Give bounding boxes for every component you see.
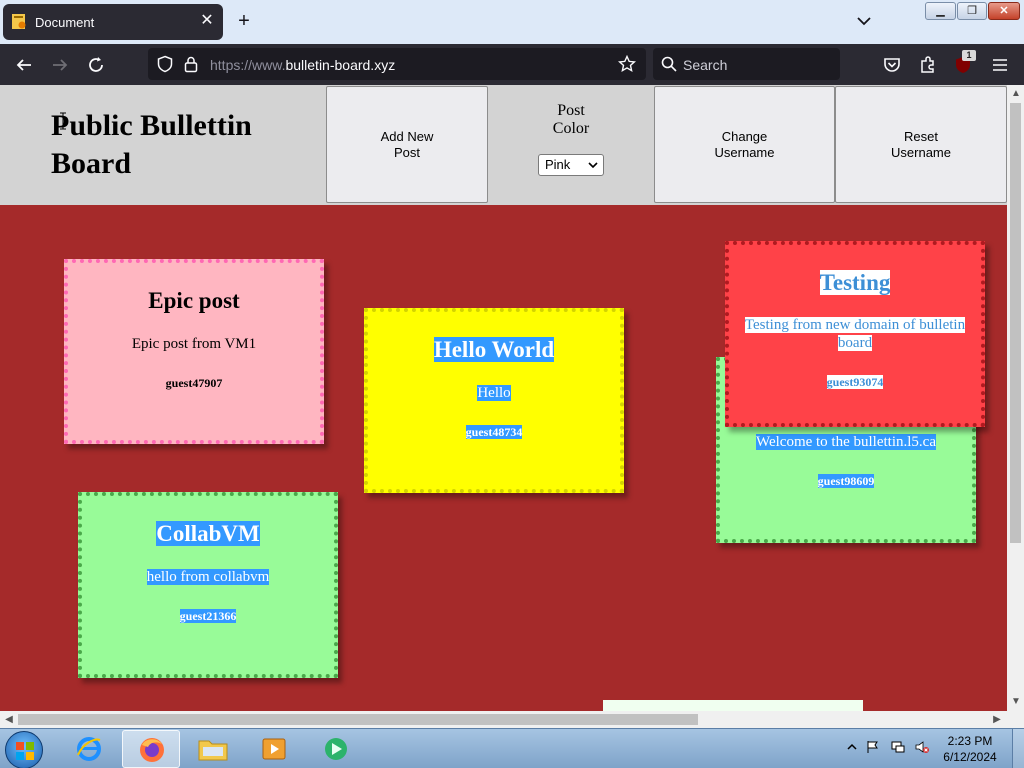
taskbar-clock[interactable]: 2:23 PM 6/12/2024 (935, 733, 1005, 765)
new-tab-button[interactable]: + (234, 10, 254, 32)
windows-logo-icon (16, 742, 34, 760)
url-prefix: https://www. (210, 57, 286, 73)
search-icon (661, 56, 677, 72)
page-title: Public Bullettin Board (51, 109, 252, 180)
vertical-scrollbar[interactable]: ▲ ▼ (1007, 85, 1024, 711)
clock-time: 2:23 PM (947, 734, 993, 748)
back-arrow-icon[interactable] (14, 55, 34, 75)
document-favicon-icon (12, 14, 26, 29)
post-card[interactable]: Epic post Epic post from VM1 guest47907 (64, 259, 324, 444)
hamburger-menu-icon[interactable] (990, 55, 1010, 75)
search-placeholder: Search (683, 57, 728, 73)
scroll-right-arrow-icon[interactable]: ▶ (990, 713, 1004, 727)
start-button[interactable] (5, 731, 43, 768)
navigation-bar: https://www.bulletin-board.xyz Search (0, 44, 1024, 85)
post-author: guest93074 (826, 375, 884, 389)
firefox-icon (140, 738, 164, 762)
post-body: Welcome to the bullettin.l5.ca (756, 434, 936, 450)
lock-icon[interactable] (183, 55, 199, 73)
show-hidden-icons-icon[interactable] (845, 740, 859, 754)
post-card[interactable]: CollabVM hello from collabvm guest21366 (78, 492, 338, 678)
folder-icon (198, 740, 228, 761)
vm-app-taskbar-button[interactable] (308, 730, 366, 768)
reset-username-label: Reset Username (891, 128, 951, 160)
firefox-taskbar-button[interactable] (122, 730, 180, 768)
post-card[interactable]: Testing Testing from new domain of bulle… (725, 241, 985, 427)
tab-document[interactable]: Document ✕ (3, 4, 223, 40)
change-username-label: Change Username (714, 128, 775, 160)
add-new-post-button[interactable]: Add New Post (326, 86, 488, 203)
chevron-down-icon (588, 162, 598, 169)
post-author: guest21366 (179, 609, 237, 623)
list-all-tabs-chevron-icon[interactable] (855, 12, 873, 30)
post-color-select[interactable]: Pink (538, 154, 604, 176)
clock-date: 6/12/2024 (943, 750, 997, 764)
close-window-button[interactable]: ✕ (988, 2, 1020, 20)
page-viewport: Public Bullettin Board Add New Post Post… (0, 85, 1007, 711)
change-username-button[interactable]: Change Username (654, 86, 835, 203)
pocket-icon[interactable] (882, 55, 902, 75)
post-author: guest48734 (465, 425, 523, 439)
forward-arrow-icon[interactable] (50, 55, 70, 75)
post-color-selected: Pink (545, 157, 571, 172)
extensions-puzzle-icon[interactable] (918, 55, 938, 75)
restore-window-button[interactable]: ❐ (957, 2, 987, 20)
page-header: Public Bullettin Board Add New Post Post… (0, 85, 1007, 205)
post-title: Epic post (148, 288, 240, 313)
tab-title: Document (35, 15, 95, 30)
extension-badge: 1 (962, 50, 976, 61)
internet-explorer-icon (77, 737, 101, 761)
url-text[interactable]: https://www.bulletin-board.xyz (210, 57, 395, 73)
horizontal-scroll-thumb[interactable] (18, 714, 698, 725)
text-cursor-icon (60, 112, 66, 130)
post-body: Testing from new domain of bulletin boar… (744, 317, 966, 351)
post-body: Epic post from VM1 (131, 336, 257, 352)
taskbar: 2:23 PM 6/12/2024 (0, 728, 1024, 768)
media-player-taskbar-button[interactable] (246, 730, 304, 768)
scroll-down-arrow-icon[interactable]: ▼ (1009, 695, 1023, 709)
reload-icon[interactable] (86, 55, 106, 75)
post-body: Hello (477, 385, 511, 401)
post-color-control: Post Color Pink (488, 85, 654, 205)
file-explorer-taskbar-button[interactable] (184, 730, 242, 768)
post-title: CollabVM (156, 521, 260, 546)
bookmark-star-icon[interactable] (618, 55, 636, 73)
url-domain: bulletin-board.xyz (285, 57, 396, 73)
add-new-post-label: Add New Post (380, 128, 434, 160)
internet-explorer-taskbar-button[interactable] (60, 730, 118, 768)
post-title: Hello World (433, 337, 555, 362)
media-player-icon (262, 738, 286, 760)
green-globe-icon (325, 738, 347, 760)
post-card-partial[interactable] (603, 700, 863, 711)
reset-username-button[interactable]: Reset Username (835, 86, 1007, 203)
tracking-shield-icon[interactable] (156, 55, 174, 73)
post-author: guest98609 (817, 474, 875, 488)
scroll-up-arrow-icon[interactable]: ▲ (1009, 87, 1023, 101)
close-tab-icon[interactable]: ✕ (199, 12, 215, 30)
post-author: guest47907 (165, 376, 223, 390)
url-bar[interactable]: https://www.bulletin-board.xyz (148, 48, 646, 80)
tab-strip: Document ✕ + ▁ ❐ ✕ (0, 0, 1024, 44)
vertical-scroll-thumb[interactable] (1010, 103, 1021, 543)
horizontal-scrollbar[interactable]: ◀ ▶ (0, 711, 1024, 728)
volume-muted-icon[interactable] (915, 740, 929, 754)
scroll-left-arrow-icon[interactable]: ◀ (2, 713, 16, 727)
network-icon[interactable] (891, 740, 905, 754)
post-card[interactable]: Hello World Hello guest48734 (364, 308, 624, 493)
post-title: Testing (819, 270, 891, 295)
post-color-label: Post Color (552, 102, 590, 137)
show-desktop-button[interactable] (1012, 729, 1024, 768)
action-center-flag-icon[interactable] (866, 740, 880, 754)
search-bar[interactable]: Search (653, 48, 840, 80)
minimize-window-button[interactable]: ▁ (925, 2, 956, 20)
post-body: hello from collabvm (146, 569, 270, 585)
